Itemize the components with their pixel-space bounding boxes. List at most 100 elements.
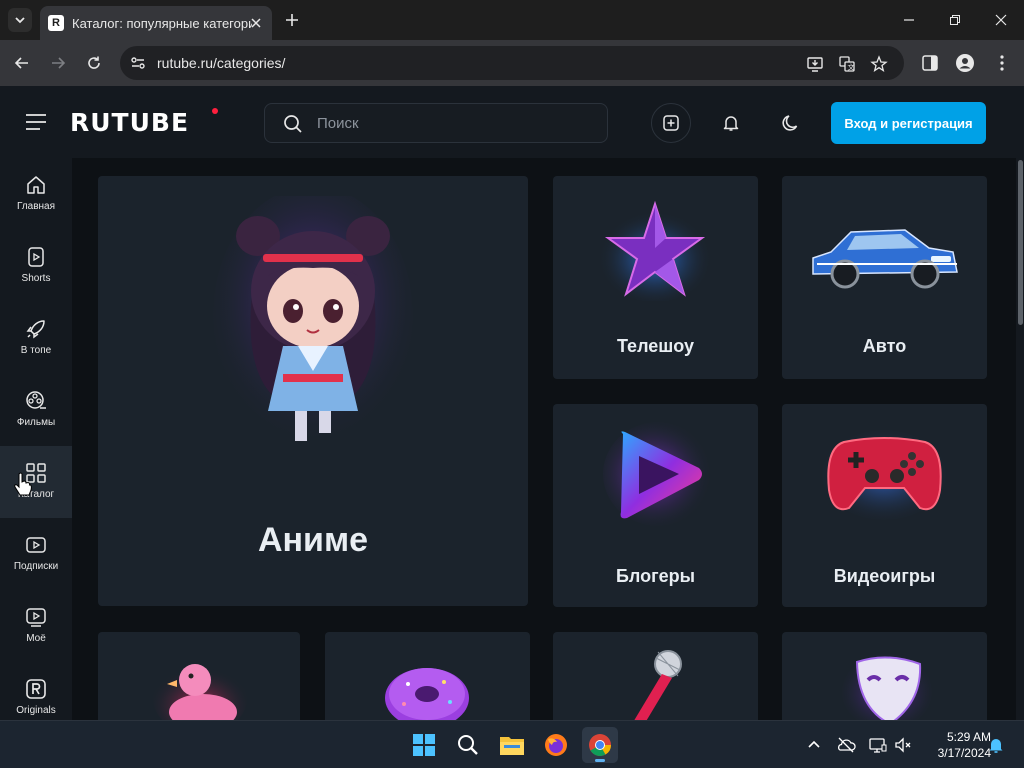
upload-video-button[interactable] [651, 103, 691, 143]
onedrive-offline-icon[interactable] [836, 735, 856, 755]
category-card-6[interactable] [325, 632, 530, 732]
sidebar-item-subscriptions[interactable]: Подписки [0, 518, 72, 590]
category-card-anime[interactable]: Аниме [98, 176, 528, 606]
sidebar-item-label: В топе [20, 345, 52, 356]
hamburger-menu-icon[interactable] [24, 110, 48, 134]
file-explorer-button[interactable] [494, 727, 530, 763]
sidebar-item-top[interactable]: В топе [0, 302, 72, 374]
category-card-videogames[interactable]: Видеоигры [782, 404, 987, 607]
menu-dots-icon[interactable] [992, 53, 1012, 73]
chrome-button[interactable] [582, 727, 618, 763]
notifications-button[interactable] [711, 103, 751, 143]
shorts-icon [28, 247, 44, 267]
active-app-indicator [595, 759, 605, 762]
chevron-up-icon[interactable] [804, 735, 824, 755]
browser-tab[interactable]: R Каталог: популярные категории [40, 6, 272, 40]
my-videos-icon [26, 608, 46, 627]
logo-dot [212, 108, 218, 114]
back-button[interactable] [10, 51, 34, 75]
site-header: RUTUBE Вход и регистрация [0, 86, 1024, 158]
category-title: Аниме [257, 521, 369, 559]
volume-muted-icon[interactable] [893, 735, 913, 755]
sidebar-item-home[interactable]: Главная [0, 158, 72, 230]
category-card-7[interactable] [553, 632, 758, 732]
anime-girl-image [213, 196, 413, 446]
folder-icon [500, 737, 524, 755]
forward-button[interactable] [46, 51, 70, 75]
search-icon [458, 735, 478, 755]
category-title: Блогеры [615, 566, 695, 586]
microphone-image [632, 650, 682, 728]
taskbar-search-button[interactable] [450, 727, 486, 763]
category-card-tvshow[interactable]: Телешоу [553, 176, 758, 379]
scrollbar-thumb[interactable] [1018, 160, 1023, 325]
car-image [812, 229, 958, 289]
tab-search-button[interactable] [8, 8, 32, 32]
start-button[interactable] [406, 727, 442, 763]
new-tab-icon[interactable] [282, 10, 302, 30]
firefox-button[interactable] [538, 727, 574, 763]
star-image [598, 200, 712, 301]
bookmark-star-icon[interactable] [870, 55, 888, 73]
address-bar[interactable]: rutube.ru/categories/ 文 [120, 46, 904, 80]
category-title: Телешоу [616, 336, 695, 356]
close-icon [995, 14, 1007, 26]
search-input[interactable] [317, 104, 597, 142]
restore-icon [950, 15, 960, 25]
rocket-icon [26, 320, 45, 339]
display-icon[interactable] [868, 735, 888, 755]
clock-date: 3/17/2024 [937, 746, 991, 760]
browser-toolbar: rutube.ru/categories/ 文 [0, 40, 1024, 86]
translate-icon[interactable]: 文 [838, 55, 856, 73]
reload-icon [88, 56, 100, 69]
firefox-icon [545, 734, 567, 756]
minimize-button[interactable] [886, 0, 932, 40]
rutube-logo[interactable]: RUTUBE [70, 108, 189, 137]
sidebar-item-films[interactable]: Фильмы [0, 374, 72, 446]
category-card-auto[interactable]: Авто [782, 176, 987, 379]
notification-bell-icon[interactable] [986, 735, 1006, 755]
sidebar-item-my[interactable]: Моё [0, 590, 72, 662]
add-video-icon [663, 115, 679, 131]
search-icon [284, 115, 302, 133]
url-text: rutube.ru/categories/ [157, 55, 286, 71]
category-title: Видеоигры [833, 566, 936, 586]
browser-tab-bar: R Каталог: популярные категории [0, 0, 1024, 40]
bell-icon [723, 116, 739, 131]
clock-time: 5:29 AM [946, 730, 991, 744]
rubber-duck-image [153, 664, 247, 724]
arrow-left-icon [14, 57, 28, 69]
site-settings-icon[interactable] [130, 55, 146, 71]
theme-toggle-button[interactable] [771, 103, 811, 143]
theater-mask-image [842, 654, 932, 727]
login-register-button[interactable]: Вход и регистрация [831, 102, 986, 144]
reload-button[interactable] [82, 51, 106, 75]
tab-title: Каталог: популярные категории [72, 15, 252, 31]
category-card-bloggers[interactable]: Блогеры [553, 404, 758, 607]
profile-icon[interactable] [955, 53, 975, 73]
sidebar-item-shorts[interactable]: Shorts [0, 230, 72, 302]
donut-image [385, 668, 469, 724]
film-reel-icon [26, 391, 46, 409]
categories-grid: Аниме Телешоу Авто Блогеры Видеоигры [72, 158, 1016, 732]
category-title: Авто [862, 336, 907, 356]
restore-button[interactable] [932, 0, 978, 40]
side-panel-icon[interactable] [920, 53, 940, 73]
sidebar-item-catalog[interactable]: Каталог [0, 446, 72, 518]
sidebar-nav: Главная Shorts В топе Фильмы Каталог Под… [0, 158, 72, 720]
install-app-icon[interactable] [806, 55, 824, 73]
search-box[interactable] [264, 103, 608, 143]
arrow-right-icon [52, 57, 66, 69]
moon-icon [782, 115, 798, 131]
close-window-button[interactable] [978, 0, 1024, 40]
sidebar-item-label: Originals [16, 705, 56, 716]
sidebar-item-label: Подписки [13, 561, 59, 572]
sidebar-item-label: Shorts [21, 273, 51, 284]
system-clock[interactable]: 5:29 AM 3/17/2024 [915, 729, 991, 761]
category-card-8[interactable] [782, 632, 987, 732]
windows-logo-icon [413, 734, 435, 756]
category-card-5[interactable] [98, 632, 300, 732]
sidebar-item-label: Главная [16, 201, 56, 212]
originals-icon [26, 679, 46, 699]
close-tab-icon[interactable] [248, 15, 264, 31]
